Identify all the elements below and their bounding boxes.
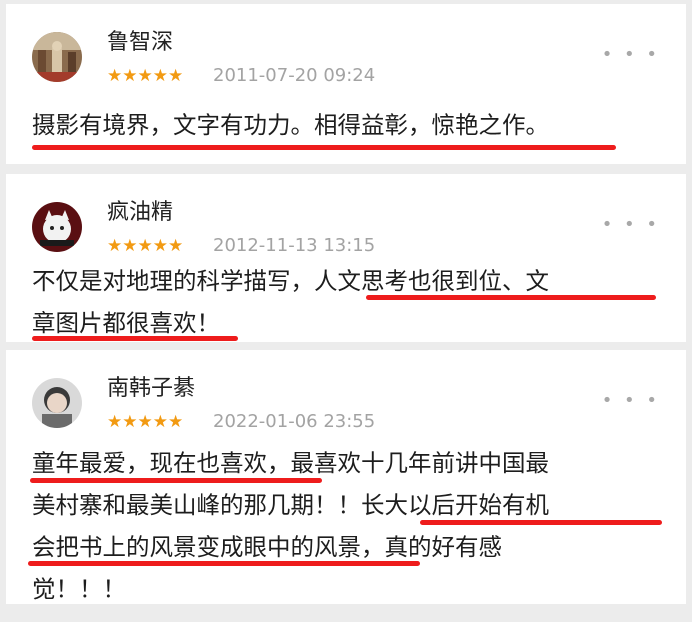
review-line: 觉！！！ <box>32 575 126 603</box>
review-card: 南韩子綦 ★★★★★ 2022-01-06 23:55 • • • 童年最爱，现… <box>6 350 686 604</box>
reviewer-name[interactable]: 南韩子綦 <box>107 370 195 402</box>
underline-mark <box>32 336 238 341</box>
review-card: 鲁智深 ★★★★★ 2011-07-20 09:24 • • • 摄影有境界，文… <box>6 4 686 164</box>
reviewer-name[interactable]: 鲁智深 <box>107 24 173 56</box>
review-text: 摄影有境界，文字有功力。相得益彰，惊艳之作。 <box>32 104 672 146</box>
reviewer-name[interactable]: 疯油精 <box>107 194 173 226</box>
avatar[interactable] <box>32 378 82 428</box>
review-line: 摄影有境界，文字有功力。相得益彰，惊艳之作。 <box>32 111 549 139</box>
review-date: 2012-11-13 13:15 <box>213 235 376 256</box>
rating-stars: ★★★★★ <box>107 66 184 86</box>
review-date: 2011-07-20 09:24 <box>213 65 376 86</box>
underline-mark <box>30 478 322 483</box>
underline-mark <box>28 561 420 566</box>
underline-mark <box>32 145 616 150</box>
avatar[interactable] <box>32 32 82 82</box>
avatar[interactable] <box>32 202 82 252</box>
review-text: 童年最爱，现在也喜欢，最喜欢十几年前讲中国最 美村寨和最美山峰的那几期！！长大以… <box>32 442 672 610</box>
review-card: 疯油精 ★★★★★ 2012-11-13 13:15 • • • 不仅是对地理的… <box>6 174 686 342</box>
underline-mark <box>366 295 656 300</box>
review-date: 2022-01-06 23:55 <box>213 411 376 432</box>
more-options-icon[interactable]: • • • <box>602 44 660 65</box>
more-options-icon[interactable]: • • • <box>602 214 660 235</box>
more-options-icon[interactable]: • • • <box>602 390 660 411</box>
rating-stars: ★★★★★ <box>107 412 184 432</box>
underline-mark <box>420 520 662 525</box>
rating-stars: ★★★★★ <box>107 236 184 256</box>
review-text: 不仅是对地理的科学描写，人文思考也很到位、文 章图片都很喜欢！ <box>32 260 672 344</box>
